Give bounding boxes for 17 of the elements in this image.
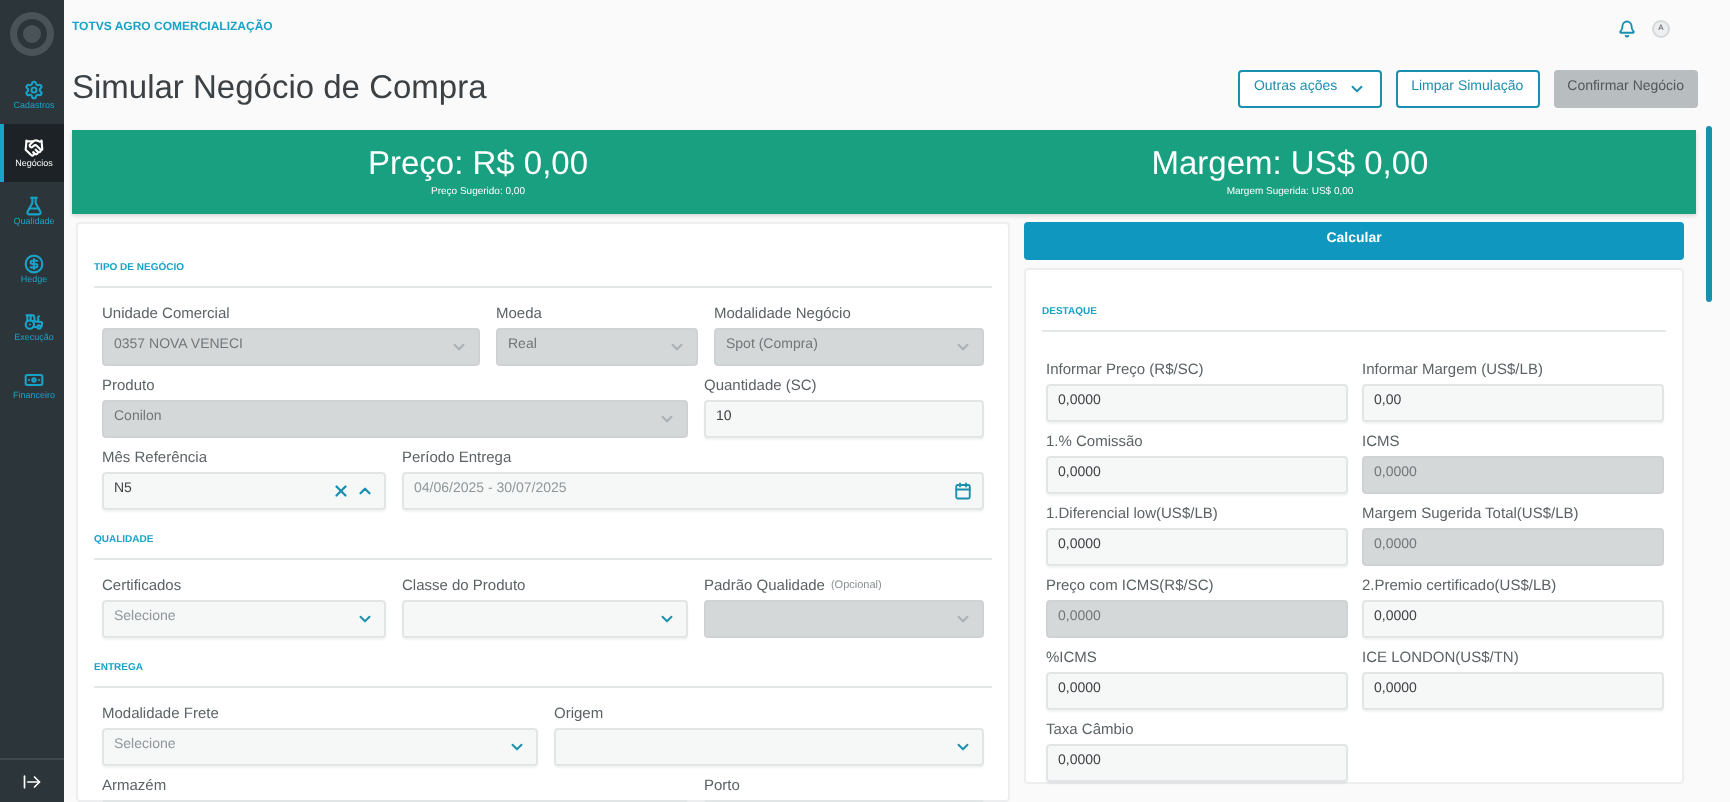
gear-icon <box>24 79 44 100</box>
page-title: Simular Negócio de Compra <box>72 67 487 110</box>
handshake-icon <box>24 137 44 158</box>
scrollbar[interactable] <box>1706 126 1712 302</box>
clear-icon[interactable] <box>332 481 350 500</box>
tractor-icon <box>24 311 44 332</box>
select-field[interactable] <box>402 599 688 638</box>
select-field[interactable] <box>554 727 984 766</box>
summary-value: Preço: R$ 0,00 <box>367 143 589 186</box>
banknote-icon <box>24 369 44 390</box>
collapse-icon[interactable] <box>22 771 42 791</box>
logo-icon <box>8 9 56 57</box>
summary-value: Margem: US$ 0,00 <box>1151 143 1429 186</box>
calendar-icon[interactable] <box>954 481 972 500</box>
flask-icon <box>24 195 44 216</box>
bell-icon[interactable] <box>1618 19 1636 38</box>
dollar-icon <box>24 253 44 274</box>
